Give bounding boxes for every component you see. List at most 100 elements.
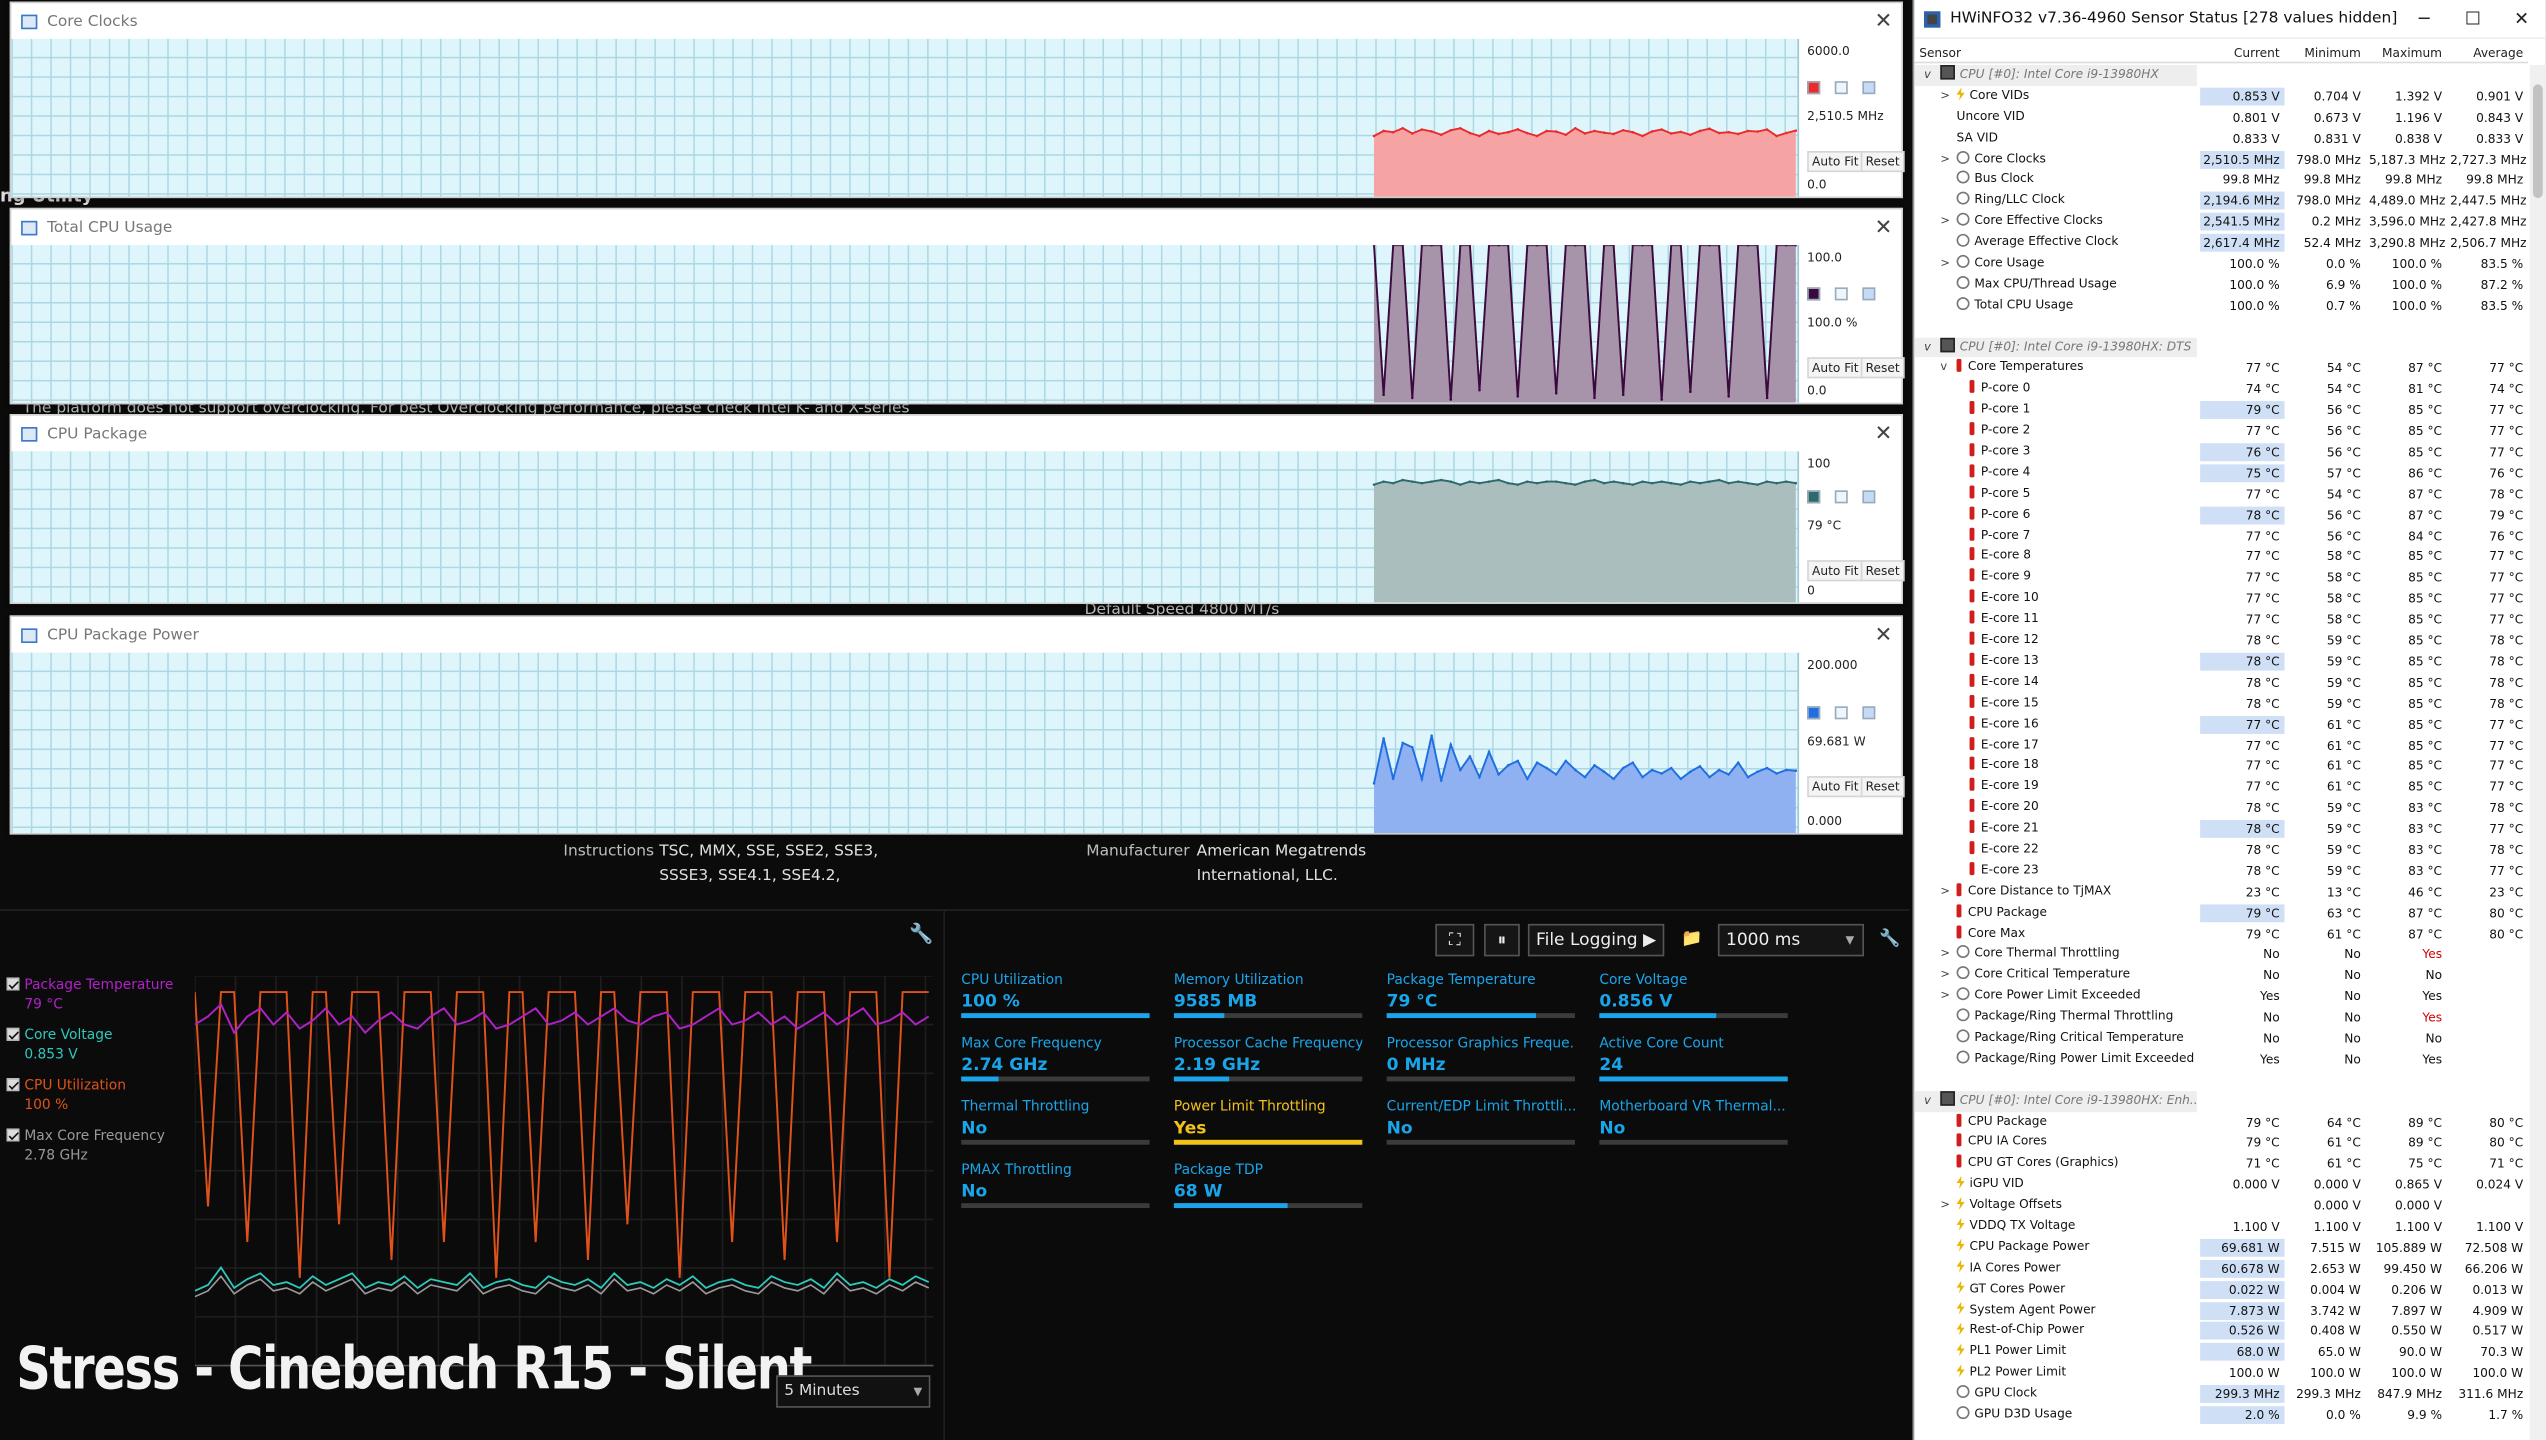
sensor-row[interactable]: Uncore VID 0.801 V 0.673 V 1.196 V 0.843 V (1914, 107, 2528, 128)
sensor-row[interactable]: E-core 22 78 °C 59 °C 83 °C 78 °C (1914, 839, 2528, 860)
checkbox-checked-icon[interactable] (6, 1027, 20, 1041)
sensor-row[interactable]: PL2 Power Limit 100.0 W 100.0 W 100.0 W 100.… (1914, 1363, 2528, 1384)
sensor-row[interactable]: > Core Power Limit Exceeded Yes No Yes (1914, 986, 2528, 1007)
chevron-down-icon[interactable]: v (1940, 358, 1956, 379)
sensor-row[interactable]: E-core 11 77 °C 58 °C 85 °C 77 °C (1914, 609, 2528, 630)
chevron-down-icon[interactable]: v (1924, 1091, 1940, 1112)
col-sensor[interactable]: Sensor (1914, 42, 2200, 63)
col-current[interactable]: Current (2200, 42, 2284, 63)
sensor-row[interactable]: PL1 Power Limit 68.0 W 65.0 W 90.0 W 70.3 W (1914, 1342, 2528, 1363)
sensor-row[interactable]: IA Cores Power 60.678 W 2.653 W 99.450 W 66.… (1914, 1258, 2528, 1279)
sensor-row[interactable]: > Voltage Offsets 0.000 V 0.000 V (1914, 1195, 2528, 1216)
sensor-row[interactable]: Bus Clock 99.8 MHz 99.8 MHz 99.8 MHz 99.8 MH… (1914, 170, 2528, 191)
sensor-row[interactable]: P-core 1 79 °C 56 °C 85 °C 77 °C (1914, 400, 2528, 421)
sensor-row[interactable]: E-core 8 77 °C 58 °C 85 °C 77 °C (1914, 546, 2528, 567)
sensor-row[interactable]: SA VID 0.833 V 0.831 V 0.838 V 0.833 V (1914, 128, 2528, 149)
chevron-right-icon[interactable]: > (1940, 211, 1956, 232)
reset-button[interactable]: Reset (1860, 150, 1905, 172)
pause-icon[interactable]: ⏸ (1484, 923, 1520, 957)
auto-fit-button[interactable]: Auto Fit (1807, 356, 1864, 378)
sensor-row[interactable]: Package/Ring Critical Temperature No No No (1914, 1028, 2528, 1049)
series-bg-swatch[interactable] (1862, 705, 1876, 719)
close-icon[interactable]: ✕ (1866, 421, 1902, 445)
sensor-row[interactable]: > Core Clocks 2,510.5 MHz 798.0 MHz 5,187.3 … (1914, 149, 2528, 170)
sensor-row[interactable]: E-core 17 77 °C 61 °C 85 °C 77 °C (1914, 735, 2528, 756)
chevron-right-icon[interactable]: > (1940, 986, 1956, 1007)
chevron-right-icon[interactable]: > (1940, 1195, 1956, 1216)
sensor-row[interactable]: GPU Clock 299.3 MHz 299.3 MHz 847.9 MHz 311.… (1914, 1384, 2528, 1405)
sensor-row[interactable]: > Core Distance to TjMAX 23 °C 13 °C 46 °C 23… (1914, 881, 2528, 902)
sensor-row[interactable]: > Core Effective Clocks 2,541.5 MHz 0.2 MHz… (1914, 211, 2528, 232)
sensor-row[interactable]: Ring/LLC Clock 2,194.6 MHz 798.0 MHz 4,489.… (1914, 191, 2528, 212)
checkbox-checked-icon[interactable] (6, 1128, 20, 1142)
graph-interval-select[interactable]: 5 Minutes ▼ (776, 1375, 931, 1408)
sensor-row[interactable]: E-core 12 78 °C 59 °C 85 °C 78 °C (1914, 630, 2528, 651)
chevron-down-icon[interactable]: v (1924, 337, 1940, 358)
sensor-row[interactable]: System Agent Power 7.873 W 3.742 W 7.897 W 4… (1914, 1300, 2528, 1321)
sensor-row[interactable]: P-core 2 77 °C 56 °C 85 °C 77 °C (1914, 421, 2528, 442)
sensor-row[interactable]: Package/Ring Power Limit Exceeded Yes No Ye… (1914, 1049, 2528, 1070)
graph-window-cpu-package[interactable]: CPU Package ✕ 100 0 79 °C Auto Fit Reset (9, 414, 1905, 605)
auto-fit-button[interactable]: Auto Fit (1807, 775, 1864, 797)
hwinfo-scrollbar[interactable] (2529, 64, 2546, 1440)
checkbox-checked-icon[interactable] (6, 977, 20, 991)
sensor-row[interactable]: P-core 5 77 °C 54 °C 87 °C 78 °C (1914, 484, 2528, 505)
col-average[interactable]: Average (2447, 42, 2528, 63)
graph-window-cpu-package-power[interactable]: CPU Package Power ✕ 200.000 0.000 69.681 W Au… (9, 615, 1905, 835)
chevron-right-icon[interactable]: > (1940, 944, 1956, 965)
sensor-row[interactable]: E-core 16 77 °C 61 °C 85 °C 77 °C (1914, 714, 2528, 735)
reset-button[interactable]: Reset (1860, 775, 1905, 797)
sensor-row[interactable]: E-core 21 78 °C 59 °C 83 °C 77 °C (1914, 818, 2528, 839)
series-fill-swatch[interactable] (1834, 286, 1848, 300)
graph-titlebar[interactable]: CPU Package ✕ (11, 416, 1901, 452)
series-toggle-3[interactable]: Max Core Frequency 2.78 GHz (6, 1128, 165, 1164)
sensor-row[interactable]: E-core 18 77 °C 61 °C 85 °C 77 °C (1914, 756, 2528, 777)
sensor-row[interactable]: E-core 23 78 °C 59 °C 83 °C 77 °C (1914, 860, 2528, 881)
sensor-row[interactable]: iGPU VID 0.000 V 0.000 V 0.865 V 0.024 V (1914, 1174, 2528, 1195)
sensor-row[interactable]: CPU Package 79 °C 64 °C 89 °C 80 °C (1914, 1111, 2528, 1132)
graph-window-total-cpu-usage[interactable]: Total CPU Usage ✕ 100.0 0.0 100.0 % Auto Fit R… (9, 207, 1905, 405)
series-toggle-0[interactable]: Package Temperature 79 °C (6, 977, 173, 1013)
sensor-group-row[interactable]: v CPU [#0]: Intel Core i9-13980HX: DTS (1914, 337, 2528, 358)
chevron-right-icon[interactable]: > (1940, 86, 1956, 107)
chevron-right-icon[interactable]: > (1940, 965, 1956, 986)
sensor-row[interactable]: E-core 19 77 °C 61 °C 85 °C 77 °C (1914, 777, 2528, 798)
sensor-row[interactable]: > Core Thermal Throttling No No Yes (1914, 944, 2528, 965)
sensor-row[interactable]: CPU Package 79 °C 63 °C 87 °C 80 °C (1914, 902, 2528, 923)
reset-button[interactable]: Reset (1860, 356, 1905, 378)
sensor-row[interactable]: Package/Ring Thermal Throttling No No Yes (1914, 1007, 2528, 1028)
sensor-row[interactable]: P-core 3 76 °C 56 °C 85 °C 77 °C (1914, 442, 2528, 463)
sensor-row[interactable]: CPU IA Cores 79 °C 61 °C 89 °C 80 °C (1914, 1132, 2528, 1153)
sensor-row[interactable]: P-core 0 74 °C 54 °C 81 °C 74 °C (1914, 379, 2528, 400)
sensor-row[interactable]: P-core 4 75 °C 57 °C 86 °C 76 °C (1914, 463, 2528, 484)
series-bg-swatch[interactable] (1862, 80, 1876, 94)
sensor-row[interactable]: E-core 9 77 °C 58 °C 85 °C 77 °C (1914, 567, 2528, 588)
series-fill-swatch[interactable] (1834, 489, 1848, 503)
sensor-row[interactable]: Average Effective Clock 2,617.4 MHz 52.4 M… (1914, 232, 2528, 253)
chevron-right-icon[interactable]: > (1940, 149, 1956, 170)
close-icon[interactable]: ✕ (1866, 623, 1902, 647)
minimize-icon[interactable]: ─ (2400, 8, 2449, 29)
sensor-row[interactable]: E-core 14 78 °C 59 °C 85 °C 78 °C (1914, 672, 2528, 693)
wrench-icon[interactable]: 🔧 (909, 922, 933, 945)
series-fill-swatch[interactable] (1834, 705, 1848, 719)
chevron-down-icon[interactable]: v (1924, 65, 1940, 86)
maximize-icon[interactable]: ☐ (2449, 8, 2498, 29)
sensor-row[interactable]: v Core Temperatures 77 °C 54 °C 87 °C 77 °C (1914, 358, 2528, 379)
series-toggle-1[interactable]: Core Voltage 0.853 V (6, 1027, 112, 1064)
col-minimum[interactable]: Minimum (2285, 42, 2366, 63)
series-color-swatch[interactable] (1807, 286, 1821, 300)
series-color-swatch[interactable] (1807, 80, 1821, 94)
sensor-row[interactable]: P-core 7 77 °C 56 °C 84 °C 76 °C (1914, 525, 2528, 546)
close-icon[interactable]: ✕ (1866, 215, 1902, 239)
folder-icon[interactable]: 📁 (1674, 924, 1710, 956)
sensor-row[interactable]: Total CPU Usage 100.0 % 0.7 % 100.0 % 83.5 % (1914, 295, 2528, 316)
checkbox-checked-icon[interactable] (6, 1078, 20, 1092)
sensor-row[interactable]: VDDQ TX Voltage 1.100 V 1.100 V 1.100 V 1.10… (1914, 1216, 2528, 1237)
sensor-group-row[interactable]: v CPU [#0]: Intel Core i9-13980HX (1914, 64, 2528, 86)
graph-titlebar[interactable]: CPU Package Power ✕ (11, 617, 1901, 653)
series-bg-swatch[interactable] (1862, 286, 1876, 300)
sensor-row[interactable]: E-core 10 77 °C 58 °C 85 °C 77 °C (1914, 588, 2528, 609)
series-color-swatch[interactable] (1807, 705, 1821, 719)
sensor-row[interactable]: > Core Usage 100.0 % 0.0 % 100.0 % 83.5 % (1914, 253, 2528, 274)
